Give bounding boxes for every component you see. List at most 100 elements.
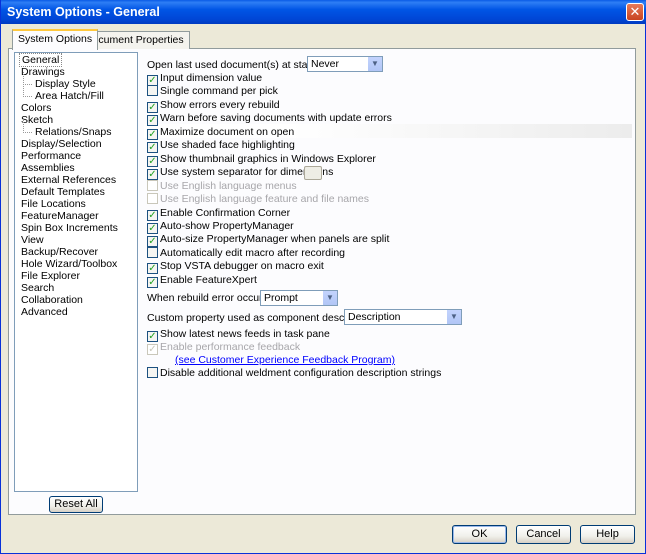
tree-item-label: Display/Selection [21,138,102,150]
startup-select[interactable]: Never ▼ [307,56,383,72]
option-row[interactable]: ✓ Input dimension value [147,72,263,86]
startup-select-value: Never [311,58,340,70]
chevron-down-icon[interactable]: ▼ [446,310,461,324]
tree-item-label: Spin Box Increments [21,222,118,234]
custom-property-select[interactable]: Description ▼ [344,309,462,325]
option-checkbox[interactable]: ✓ [147,169,158,181]
tree-item[interactable]: General [15,53,137,67]
tree-item[interactable]: Relations/Snaps [15,120,137,138]
tree-item[interactable]: File Locations [15,198,137,210]
option-checkbox[interactable]: ✓ [147,263,158,275]
option-checkbox[interactable]: ✓ [147,236,158,248]
option-row[interactable]: ✓ Show thumbnail graphics in Windows Expl… [147,152,376,167]
option-label: Show thumbnail graphics in Windows Explo… [160,152,376,165]
option-row[interactable]: ✓ Auto-size PropertyManager when panels a… [147,233,389,248]
option-checkbox[interactable]: ✓ [147,155,158,167]
option-label: Stop VSTA debugger on macro exit [160,260,324,273]
option-label: Input dimension value [160,72,263,84]
weldment-checkbox[interactable] [147,367,158,378]
title-bar[interactable]: System Options - General ✕ [1,0,646,24]
tree-item[interactable]: Advanced [15,306,137,318]
tree-item[interactable]: Default Templates [15,186,137,198]
close-button[interactable]: ✕ [626,3,644,21]
tree-item[interactable]: Search [15,282,137,294]
option-checkbox[interactable]: ✓ [147,222,158,234]
option-checkbox[interactable] [147,85,158,97]
option-row[interactable]: ✓ Maximize document on open [147,125,295,140]
tree-item-label: Advanced [21,306,68,318]
tree-item[interactable]: Performance [15,150,137,162]
window-title: System Options - General [7,5,160,19]
reset-all-button[interactable]: Reset All [49,496,103,513]
tree-item[interactable]: Area Hatch/Fill [15,84,137,102]
check-icon: ✓ [148,236,157,248]
ok-button[interactable]: OK [452,525,507,544]
option-row[interactable]: ✓ Warn before saving documents with updat… [147,112,392,127]
chevron-down-icon[interactable]: ▼ [322,291,337,305]
weldment-option[interactable]: Disable additional weldment configuratio… [147,367,441,380]
tree-item[interactable]: External References [15,174,137,186]
tree-item-label: File Locations [21,198,86,210]
option-checkbox[interactable]: ✓ [147,128,158,140]
option-checkbox[interactable]: ✓ [147,209,158,221]
check-icon: ✓ [148,75,157,86]
check-icon: ✓ [148,101,157,113]
option-row[interactable]: ✓ Use shaded face highlighting [147,139,295,154]
tree-item[interactable]: FeatureManager [15,210,137,222]
option-checkbox[interactable]: ✓ [147,101,158,113]
option-row: Use English language feature and file na… [147,193,369,206]
tree-item[interactable]: View [15,234,137,246]
tree-item-label: Default Templates [21,186,105,198]
option-label: Use shaded face highlighting [160,139,295,152]
close-icon: ✕ [629,4,641,19]
options-tree[interactable]: General Drawings Display Style Area Hatch/F… [14,52,138,492]
tree-item[interactable]: Collaboration [15,294,137,306]
rebuild-error-value: Prompt [264,292,298,304]
tree-item-label: Display Style [35,78,96,90]
option-row[interactable]: ✓ Enable Confirmation Corner [147,207,290,221]
option-checkbox[interactable] [147,246,158,258]
option-label: Show latest news feeds in task pane [160,328,330,340]
option-label: Enable performance feedback [160,341,301,353]
option-row[interactable]: ✓ Show latest news feeds in task pane [147,328,330,342]
tree-item[interactable]: Hole Wizard/Toolbox [15,258,137,270]
option-row[interactable]: ✓ Auto-show PropertyManager [147,220,294,234]
option-row: Use English language menus [147,179,297,193]
tree-item-label: FeatureManager [21,210,99,222]
option-row[interactable]: ✓ Stop VSTA debugger on macro exit [147,260,324,275]
option-checkbox[interactable]: ✓ [147,75,158,86]
option-label: Maximize document on open [160,125,295,138]
separator-button[interactable] [304,166,322,180]
tab-system-options[interactable]: System Options [12,29,99,50]
tree-item-label: File Explorer [21,270,80,282]
option-row[interactable]: Automatically edit macro after recording [147,246,345,260]
option-label: Use English language menus [160,179,297,192]
custom-property-value: Description [348,311,401,323]
tree-item[interactable]: Sketch [15,114,137,126]
tree-item-label: Collaboration [21,294,83,306]
option-checkbox[interactable]: ✓ [147,142,158,154]
system-options-dialog: System Options - General ✕ System Option… [0,0,646,554]
tree-item[interactable]: Backup/Recover [15,246,137,258]
tree-item[interactable]: Assemblies [15,162,137,174]
help-button[interactable]: Help [580,525,635,544]
option-row[interactable]: ✓ Show errors every rebuild [147,98,280,113]
option-label: Single command per pick [160,85,278,98]
option-label: Show errors every rebuild [160,98,280,111]
tree-item[interactable]: Drawings [15,66,137,78]
option-checkbox[interactable]: ✓ [147,115,158,127]
feedback-program-link[interactable]: (see Customer Experience Feedback Progra… [175,354,395,366]
option-checkbox[interactable]: ✓ [147,276,158,288]
tree-item[interactable]: Display Style [15,72,137,90]
tree-item[interactable]: File Explorer [15,270,137,282]
tree-item[interactable]: Display/Selection [15,138,137,150]
tree-item-label: Assemblies [21,162,75,174]
option-row[interactable]: Single command per pick [147,85,278,98]
tree-item[interactable]: Spin Box Increments [15,222,137,234]
rebuild-error-select[interactable]: Prompt ▼ [260,290,338,306]
cancel-button[interactable]: Cancel [516,525,571,544]
option-row[interactable]: ✓ Enable FeatureXpert [147,274,257,288]
check-icon: ✓ [148,222,157,234]
chevron-down-icon[interactable]: ▼ [367,57,382,71]
tree-item[interactable]: Colors [15,102,137,114]
